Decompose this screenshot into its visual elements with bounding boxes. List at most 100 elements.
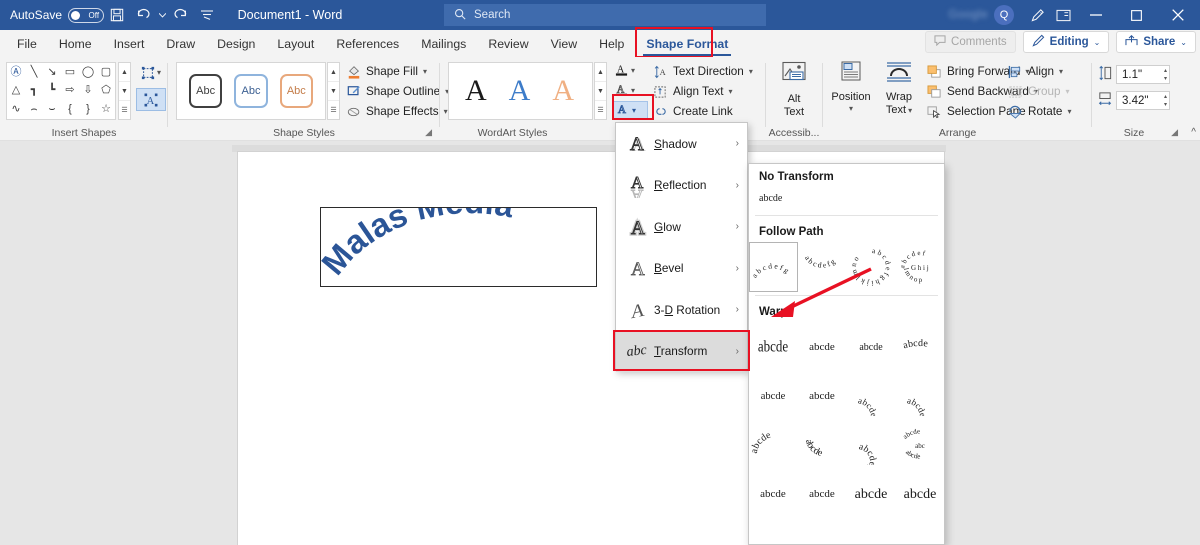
menu-item-transform[interactable]: abc Transform › xyxy=(616,330,747,372)
tab-shape-format[interactable]: Shape Format xyxy=(635,30,739,57)
shape-down-arrow-icon[interactable]: ⇩ xyxy=(83,85,92,96)
menu-item-reflection[interactable]: AA Reflection › xyxy=(616,165,747,207)
shape-textbox-icon[interactable]: Ⓐ xyxy=(11,66,22,78)
minimize-button[interactable] xyxy=(1076,0,1116,30)
transform-no-transform-option[interactable]: abcde xyxy=(749,187,944,212)
undo-icon[interactable] xyxy=(130,2,156,28)
wordart-sample-1[interactable]: A xyxy=(465,76,487,106)
shape-arc-icon[interactable]: ⌣ xyxy=(48,104,55,115)
shape-fill-button[interactable]: Shape Fill ▾ xyxy=(346,62,449,81)
transform-option-fade-left[interactable]: abcde xyxy=(798,420,847,469)
share-button[interactable]: Share ⌄ xyxy=(1116,31,1196,53)
save-icon[interactable] xyxy=(104,2,130,28)
avatar[interactable]: Q xyxy=(994,5,1014,25)
shape-oval-icon[interactable]: ◯ xyxy=(82,66,94,78)
align-text-button[interactable]: Align Text ▾ xyxy=(653,82,753,101)
transform-option-inflate[interactable]: abcde xyxy=(749,322,798,371)
transform-option-fade-up[interactable]: abcdep xyxy=(847,420,896,469)
shape-height-input[interactable]: 1.1" ▴ ▾ xyxy=(1116,65,1170,84)
shape-rounded-rectangle-icon[interactable]: ▢ xyxy=(101,66,111,78)
shape-arrow-icon[interactable]: ↘ xyxy=(47,66,56,78)
align-text-chevron-icon[interactable]: ▾ xyxy=(728,87,732,96)
create-link-button[interactable]: Create Link xyxy=(653,102,753,121)
menu-item-3d-rotation[interactable]: A 3-D Rotation › xyxy=(616,289,747,331)
tab-references[interactable]: References xyxy=(325,30,410,57)
redo-icon[interactable] xyxy=(168,2,194,28)
text-fill-button[interactable]: A ▾ xyxy=(612,61,648,80)
shape-elbow-arrow-icon[interactable]: ┗ xyxy=(49,85,56,96)
align-button[interactable]: Align ▾ xyxy=(1008,62,1071,81)
shape-scribble-icon[interactable]: ∿ xyxy=(11,104,20,115)
shape-right-brace-icon[interactable]: } xyxy=(86,104,90,115)
shape-style-sample-1[interactable]: Abc xyxy=(189,74,223,108)
autosave-toggle[interactable]: Off xyxy=(68,7,105,23)
wordart-sample-3[interactable]: A xyxy=(552,76,574,106)
position-button[interactable]: Position ▾ xyxy=(827,61,875,114)
shape-effects-button[interactable]: Shape Effects ▾ xyxy=(346,102,449,121)
wordart-scroll-up-icon[interactable]: ▲ xyxy=(595,63,606,82)
wordart-styles-gallery[interactable]: A A A xyxy=(448,62,593,120)
text-outline-button[interactable]: A ▾ xyxy=(612,81,648,100)
tab-view[interactable]: View xyxy=(540,30,588,57)
transform-option-arch-down[interactable]: a b c d e f g xyxy=(798,242,847,292)
wordart-styles-scroll[interactable]: ▲ ▼ ☰ xyxy=(594,62,607,120)
edit-shape-button[interactable]: ▾ xyxy=(136,61,166,84)
tab-help[interactable]: Help xyxy=(588,30,635,57)
text-direction-button[interactable]: A Text Direction ▾ xyxy=(653,62,753,81)
shape-style-sample-3[interactable]: Abc xyxy=(279,74,313,108)
transform-option-fade-down[interactable]: abcde abc abcde xyxy=(895,420,944,469)
autosave-control[interactable]: AutoSave Off xyxy=(10,7,105,23)
wrap-text-button[interactable]: Wrap Text ▾ xyxy=(875,61,923,117)
transform-option-inflate-bottom[interactable]: abcde xyxy=(847,322,896,371)
shape-left-brace-icon[interactable]: { xyxy=(68,104,72,115)
shape-width-spinner[interactable]: ▴ ▾ xyxy=(1164,93,1167,109)
shape-line-icon[interactable]: ╲ xyxy=(31,66,38,78)
transform-option-deflate[interactable]: abcde xyxy=(798,322,847,371)
editing-button[interactable]: Editing ⌄ xyxy=(1022,31,1110,53)
transform-option-arch-up[interactable]: a b c d e f g xyxy=(749,242,798,292)
edit-shape-chevron-icon[interactable]: ▾ xyxy=(157,68,161,77)
text-fill-chevron-icon[interactable]: ▾ xyxy=(631,66,635,75)
customize-quick-access-icon[interactable] xyxy=(194,2,220,28)
transform-option-deflate-inflate-deflate[interactable]: abcde xyxy=(895,371,944,420)
shape-outline-button[interactable]: Shape Outline ▾ xyxy=(346,82,449,101)
shape-curve-icon[interactable]: ⌢ xyxy=(30,104,37,115)
tab-file[interactable]: File xyxy=(6,30,48,57)
transform-option-deflate-inflate[interactable]: abcde xyxy=(847,371,896,420)
transform-option-slant-down[interactable]: abcde xyxy=(798,469,847,518)
wrap-text-chevron-icon[interactable]: ▾ xyxy=(908,106,912,115)
transform-option-deflate-bottom[interactable]: abcde xyxy=(895,322,944,371)
shape-rectangle-icon[interactable]: ▭ xyxy=(65,66,75,78)
shape-triangle-icon[interactable]: △ xyxy=(12,85,20,96)
text-outline-chevron-icon[interactable]: ▾ xyxy=(631,86,635,95)
shapes-gallery-scroll[interactable]: ▲ ▼ ☰ xyxy=(118,62,131,120)
shape-star-icon[interactable]: ☆ xyxy=(101,104,111,115)
shape-pentagon-icon[interactable]: ⬠ xyxy=(101,85,111,96)
wordart-more-icon[interactable]: ☰ xyxy=(595,101,606,119)
tab-mailings[interactable]: Mailings xyxy=(410,30,477,57)
shape-styles-scroll-up-icon[interactable]: ▲ xyxy=(328,63,339,82)
transform-option-circle[interactable]: a b c d e f g h i j k l m n o xyxy=(847,242,896,292)
comments-button[interactable]: Comments xyxy=(925,31,1016,53)
shape-fill-chevron-icon[interactable]: ▾ xyxy=(423,67,427,76)
close-button[interactable] xyxy=(1156,0,1200,30)
transform-option-fade-right[interactable]: abcde xyxy=(749,420,798,469)
text-effects-chevron-icon[interactable]: ▾ xyxy=(632,106,636,115)
text-direction-chevron-icon[interactable]: ▾ xyxy=(749,67,753,76)
tab-insert[interactable]: Insert xyxy=(103,30,156,57)
shape-styles-dialog-launcher[interactable]: ◢ xyxy=(425,127,432,138)
transform-option-inflate-top[interactable]: abcde xyxy=(749,371,798,420)
alt-text-button[interactable]: Alt Text xyxy=(770,61,818,119)
transform-option-deflate-top[interactable]: abcde xyxy=(798,371,847,420)
menu-item-shadow[interactable]: AA Shadow › xyxy=(616,123,747,165)
tab-layout[interactable]: Layout xyxy=(266,30,325,57)
rotate-chevron-icon[interactable]: ▾ xyxy=(1067,107,1071,116)
transform-option-slant-up[interactable]: abcde xyxy=(749,469,798,518)
shape-height-control[interactable]: 1.1" ▴ ▾ xyxy=(1098,65,1170,84)
text-effects-button[interactable]: A ▾ xyxy=(612,101,648,120)
tab-design[interactable]: Design xyxy=(206,30,266,57)
tab-draw[interactable]: Draw xyxy=(155,30,206,57)
draw-textbox-button[interactable]: A xyxy=(136,88,166,111)
shapes-more-icon[interactable]: ☰ xyxy=(119,101,130,119)
ribbon-display-options-icon[interactable] xyxy=(1050,2,1076,28)
